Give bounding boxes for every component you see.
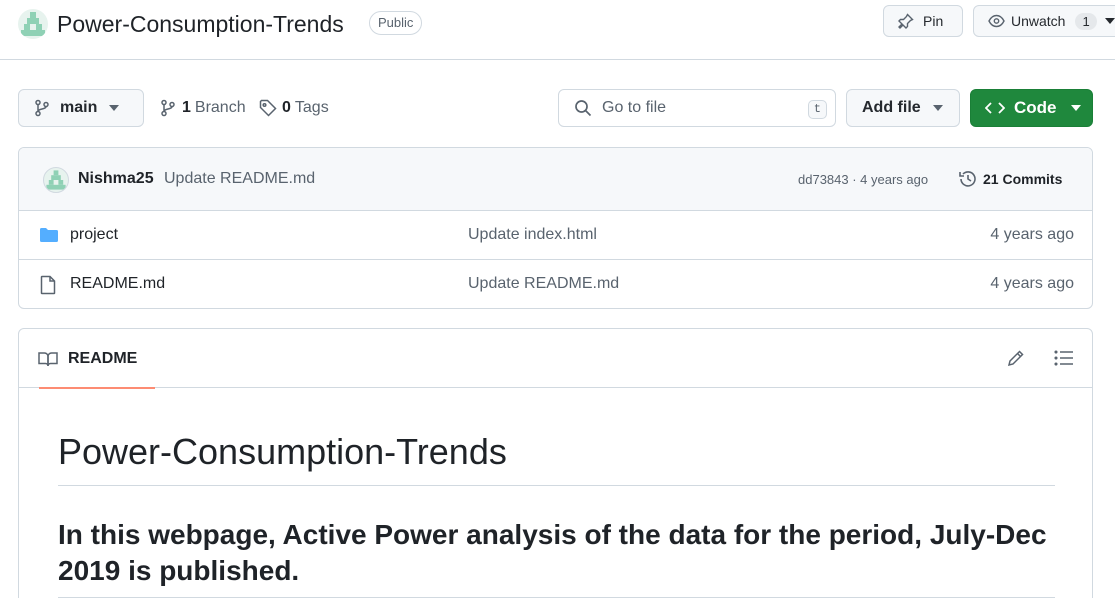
commit-author[interactable]: Nishma25 [78,170,154,188]
readme-tab-label: README [68,349,138,367]
folder-icon [39,226,59,244]
repo-header: Power-Consumption-Trends Public Pin Unwa… [0,0,1115,60]
history-icon [958,169,978,189]
repo-name[interactable]: Power-Consumption-Trends [57,9,344,39]
file-age: 4 years ago [990,275,1074,292]
visibility-badge: Public [369,11,423,35]
active-tab-indicator [39,387,155,389]
branch-name: main [60,99,98,116]
tags-count: 0 [282,99,291,116]
commit-hash-age[interactable]: dd73843 · 4 years ago [798,172,928,187]
search-shortcut-key: t [807,100,827,119]
commits-history-link[interactable]: 21 Commits [958,169,1062,189]
tab-readme[interactable]: README [29,329,155,389]
branches-label: Branch [194,99,246,116]
latest-commit-bar: Nishma25 Update README.md dd73843 · 4 ye… [19,148,1092,211]
code-icon [985,101,1005,115]
search-icon [574,99,592,117]
pin-icon [898,13,914,29]
repo-owner-avatar[interactable] [18,9,48,39]
branch-icon [34,99,50,117]
readme-panel: README Power-Consumption-Trends In this … [18,328,1093,598]
chevron-down-icon [109,105,120,111]
file-name[interactable]: README.md [70,275,165,293]
file-list: Nishma25 Update README.md dd73843 · 4 ye… [18,147,1093,309]
table-row[interactable]: README.md Update README.md 4 years ago [19,260,1092,308]
list-outline-icon[interactable] [1054,349,1074,367]
chevron-down-icon [1104,18,1115,24]
code-button[interactable]: Code [970,89,1093,127]
commit-message[interactable]: Update README.md [164,170,315,188]
add-file-label: Add file [862,99,921,116]
readme-heading: Power-Consumption-Trends [58,429,1055,486]
file-name[interactable]: project [70,226,118,244]
branch-icon [160,99,176,117]
add-file-button[interactable]: Add file [846,89,960,127]
branches-link[interactable]: 1 Branch [160,97,246,119]
pin-label: Pin [923,13,944,29]
unwatch-label: Unwatch [1011,13,1066,29]
file-commit-message[interactable]: Update README.md [468,275,619,293]
file-commit-message[interactable]: Update index.html [468,226,597,244]
table-row[interactable]: project Update index.html 4 years ago [19,211,1092,260]
tags-label: Tags [294,99,329,116]
code-label: Code [1014,98,1057,117]
branch-select-button[interactable]: main [18,89,144,127]
chevron-down-icon [1070,105,1081,111]
chevron-down-icon [932,105,943,111]
readme-tab-bar: README [19,329,1092,389]
pencil-icon[interactable] [1007,349,1025,367]
file-icon [39,275,57,295]
branches-count: 1 [182,99,191,116]
pin-button[interactable]: Pin [883,5,963,37]
commit-author-avatar[interactable] [43,167,69,193]
unwatch-button[interactable]: Unwatch 1 [973,5,1115,37]
commits-label: 21 Commits [983,171,1063,187]
watch-count: 1 [1075,12,1097,30]
book-icon [38,351,58,367]
tag-icon [259,99,277,117]
tags-link[interactable]: 0 Tags [259,97,329,119]
readme-subheading: In this webpage, Active Power analysis o… [58,517,1055,598]
eye-icon [988,13,1005,29]
file-age: 4 years ago [990,226,1074,243]
go-to-file-input[interactable] [602,99,792,117]
go-to-file-search[interactable]: t [558,89,836,127]
